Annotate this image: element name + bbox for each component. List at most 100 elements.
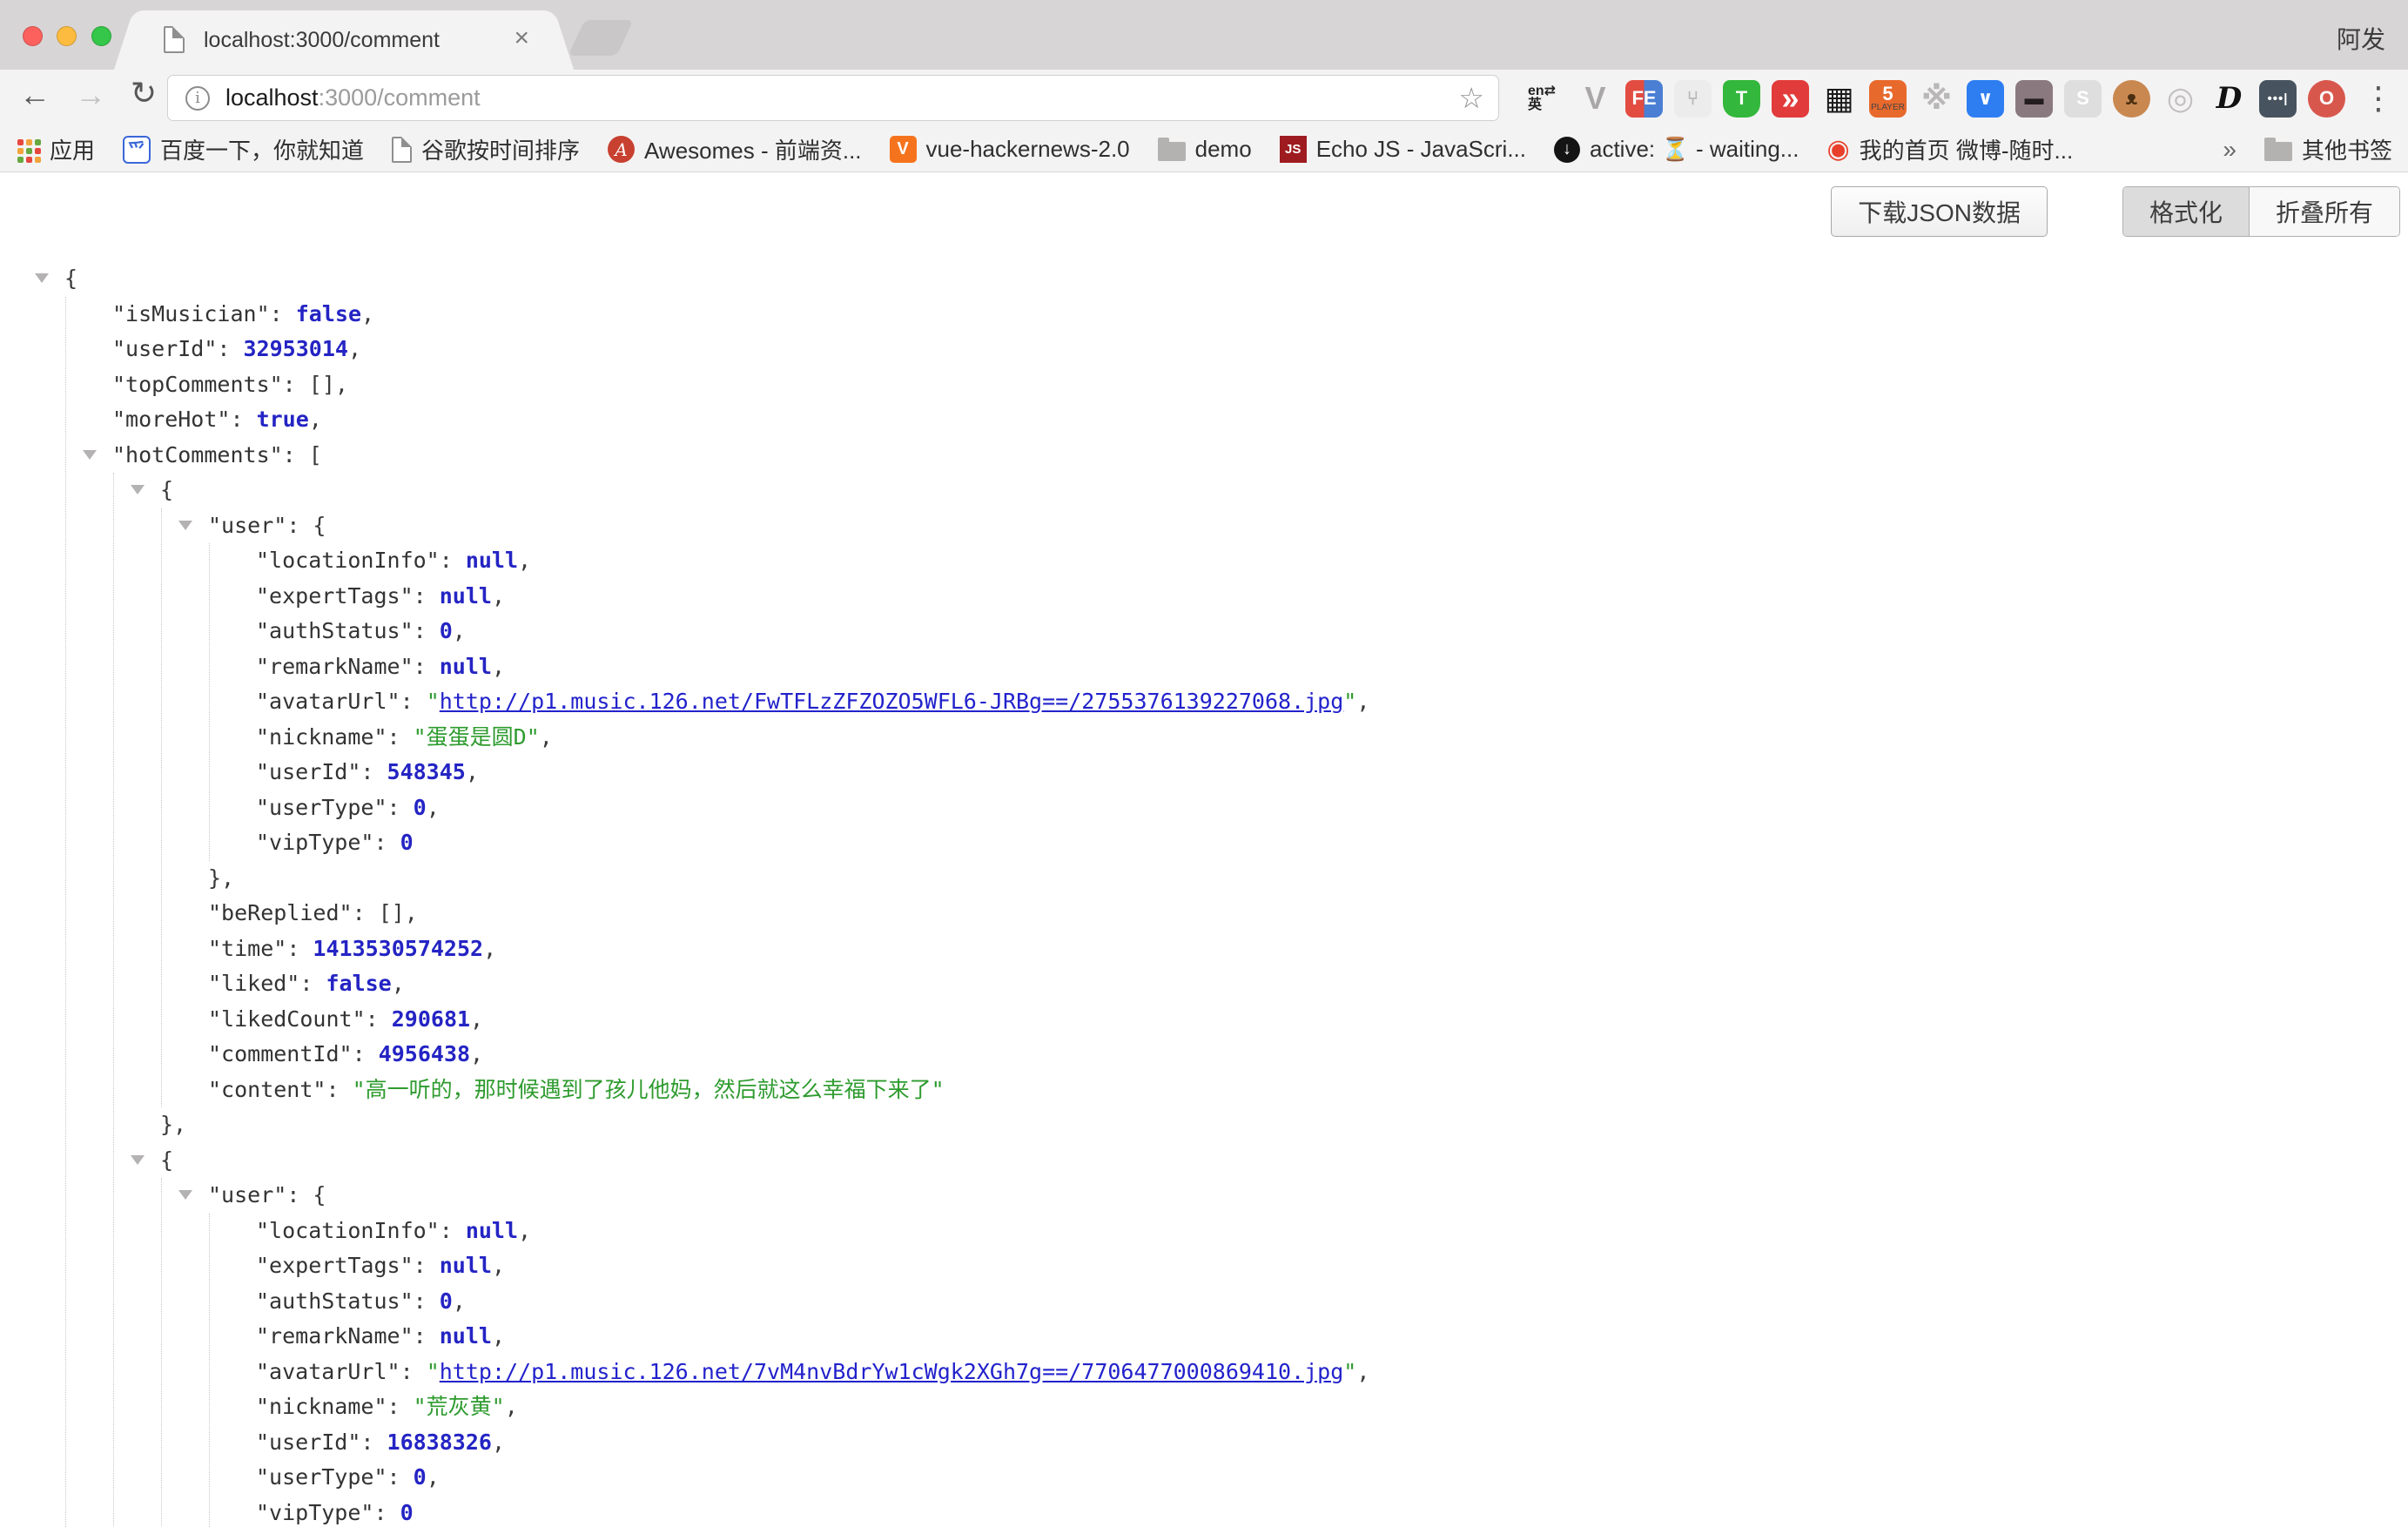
format-button[interactable]: 格式化 [2123,187,2250,236]
maximize-window-button[interactable] [91,26,111,46]
mask-icon[interactable]: ▬ [2015,80,2053,118]
collapse-arrow-icon[interactable] [35,273,49,283]
forward-button[interactable]: → [75,77,106,113]
json-token: : [366,1006,392,1032]
json-token: : [414,1288,440,1314]
bookmark-label: vue-hackernews-2.0 [926,136,1130,163]
json-token: "userId" [256,759,360,784]
bookmark-star-icon[interactable]: ☆ [1458,81,1484,115]
json-token: "locationInfo" [256,1218,440,1243]
fast-forward-icon: » [1781,83,1799,114]
json-line: "commentId": 4956438, [208,1037,1369,1073]
bookmark-item[interactable]: 爫百度一下，你就知道 [123,133,364,165]
json-token: : [440,1218,466,1243]
json-token: , [1356,1359,1369,1384]
fe-icon[interactable]: FE [1625,80,1663,118]
bookmark-item[interactable]: 谷歌按时间排序 [392,133,580,165]
json-token: "commentId" [208,1041,353,1066]
json-line: "hotComments": [ [112,438,1369,474]
close-window-button[interactable] [23,26,43,46]
address-bar[interactable]: i localhost:3000/comment ☆ [167,75,1499,121]
json-line: "nickname": "荒灰黄", [256,1389,1369,1425]
onetab-icon[interactable]: O [2308,80,2345,118]
json-token: , [492,654,505,679]
bookmark-item[interactable]: demo [1158,136,1252,163]
json-block: "user": {"locationInfo": null,"expertTag… [161,1178,1369,1527]
translate-icon[interactable]: en⇄英 [1528,80,1565,118]
tab-strip: localhost:3000/comment × 阿发 [0,0,2408,70]
vue-devtools-icon[interactable]: V [1577,80,1614,118]
json-token: , [1356,689,1369,714]
json-token: "locationInfo" [256,548,440,573]
tampermonkey-icon[interactable]: ᴥ [2113,80,2150,118]
h5player-icon[interactable]: 5PLAYER [1869,80,1907,118]
json-token: : [414,583,440,609]
json-url-link[interactable]: http://p1.music.126.net/7vM4nvBdrYw1cWgk… [440,1359,1344,1384]
bookmark-item[interactable]: JSEcho JS - JavaScri... [1280,136,1526,163]
collapse-all-button[interactable]: 折叠所有 [2250,187,2399,236]
bookmark-item[interactable]: 应用 [16,133,95,165]
collapse-arrow-icon[interactable] [131,485,145,494]
sitemap-icon[interactable]: ⑂ [1674,80,1712,118]
view-mode-segmented-control: 格式化 折叠所有 [2122,186,2400,237]
bookmark-item[interactable]: AAwesomes - 前端资... [608,133,861,165]
json-token: , [427,1464,440,1490]
shield-t-icon: T [1736,89,1747,108]
json-url-link[interactable]: http://p1.music.126.net/FwTFLzZFZOZO5WFL… [440,689,1344,714]
bookmark-item[interactable]: ◉我的首页 微博-随时... [1826,133,2073,165]
shield-t-icon[interactable]: T [1723,80,1760,118]
json-token: : [360,759,387,784]
h5player-icon: 5 [1882,84,1893,104]
json-line: "expertTags": null, [256,579,1369,615]
collapse-arrow-icon[interactable] [83,450,97,460]
site-info-icon[interactable]: i [185,86,210,111]
other-bookmarks[interactable]: 其他书签 [2264,133,2392,165]
tab-close-icon[interactable]: × [514,24,529,53]
json-token: "isMusician" [112,301,270,326]
browser-menu-icon[interactable]: ⋮ [2363,80,2394,117]
collapse-arrow-icon[interactable] [131,1155,145,1165]
onepassword-icon: •••| [2268,92,2289,105]
collapse-arrow-icon[interactable] [178,521,192,530]
bookmark-label: 应用 [50,133,95,165]
onepassword-icon[interactable]: •••| [2259,80,2297,118]
url-path: :3000/comment [319,84,481,111]
minimize-window-button[interactable] [57,26,77,46]
back-button[interactable]: ← [19,77,50,113]
collapse-arrow-icon[interactable] [178,1190,192,1200]
toolbar: ← → ↻ i localhost:3000/comment ☆ en⇄英 V FE… [0,70,2408,127]
tab-title: localhost:3000/comment [204,28,440,53]
json-token: : [283,372,309,397]
json-line: }, [160,1107,1369,1143]
paw-icon[interactable]: ※ [1918,80,1955,118]
json-token: "荒灰黄" [414,1394,505,1419]
onetab-icon: O [2319,89,2334,108]
s-icon[interactable]: S [2064,80,2102,118]
json-token: " [427,1359,440,1384]
reload-button[interactable]: ↻ [131,75,157,111]
d-icon[interactable]: D [2210,80,2248,118]
json-token: , [348,336,361,361]
browser-tab[interactable]: localhost:3000/comment × [141,10,547,70]
json-line: "beReplied": [], [208,896,1369,932]
s-icon: S [2076,89,2089,108]
double-chevron-icon[interactable]: ∨ [1967,80,2004,118]
json-token: "hotComments" [112,442,283,468]
paw-icon: ※ [1921,83,1952,114]
json-token: 0 [440,1288,453,1314]
json-token: "userId" [112,336,217,361]
bookmark-item[interactable]: Vvue-hackernews-2.0 [890,136,1130,163]
json-line: "vipType": 0 [256,825,1369,861]
weibo-icon[interactable]: ◎ [2162,80,2199,118]
new-tab-button[interactable] [568,20,633,56]
bookmarks-overflow-chevron[interactable]: » [2223,136,2236,164]
json-line: "vipType": 0 [256,1496,1369,1527]
json-token: , [492,1253,505,1278]
json-token: false [326,971,391,996]
qrcode-icon[interactable]: ▦ [1820,80,1858,118]
download-json-button[interactable]: 下载JSON数据 [1831,186,2048,237]
bookmark-item[interactable]: ↓active: ⏳ - waiting... [1554,136,1799,163]
fast-forward-icon[interactable]: » [1772,80,1809,118]
json-line: { [160,473,1369,508]
profile-name[interactable]: 阿发 [2337,21,2385,56]
